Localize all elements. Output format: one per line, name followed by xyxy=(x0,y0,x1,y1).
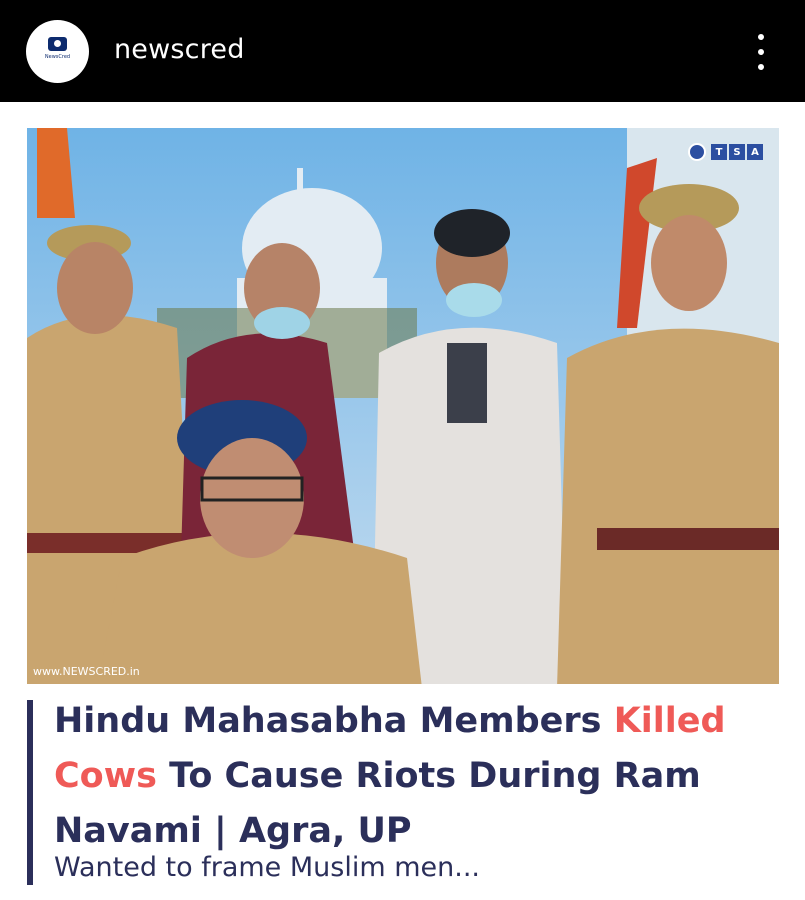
avatar-brand-text: NewsCred xyxy=(44,54,71,60)
tsa-letter: A xyxy=(747,144,763,160)
tsa-letter: S xyxy=(729,144,745,160)
tsa-badge: T S A xyxy=(688,142,763,162)
tsa-letter: T xyxy=(711,144,727,160)
more-options-icon[interactable] xyxy=(748,32,774,72)
post-subtitle: Wanted to frame Muslim men... xyxy=(54,852,481,883)
account-avatar[interactable]: NewsCred xyxy=(26,20,89,83)
account-name[interactable]: newscred xyxy=(114,34,245,65)
tsa-seal-icon xyxy=(688,143,706,161)
post-photo-illustration xyxy=(27,128,779,684)
headline-text-start: Hindu Mahasabha Members xyxy=(54,701,614,741)
newscred-logo-icon xyxy=(48,37,67,51)
post-header: NewsCred newscred xyxy=(0,0,805,102)
post-image[interactable]: T S A www.NEWSCRED.in xyxy=(27,128,779,684)
image-watermark: www.NEWSCRED.in xyxy=(33,665,140,678)
headline-accent-bar xyxy=(27,700,33,885)
post-headline: Hindu Mahasabha Members Killed Cows To C… xyxy=(54,694,794,859)
